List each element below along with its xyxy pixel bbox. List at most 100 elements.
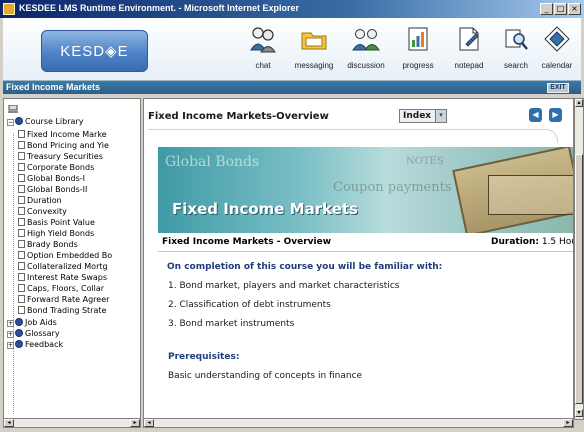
index-label: Index — [403, 111, 432, 121]
browser-app-icon — [3, 3, 15, 15]
expand-icon[interactable]: + — [7, 342, 14, 349]
document-icon — [18, 229, 25, 237]
tree-root-course-library[interactable]: − Course Library — [7, 116, 83, 127]
tree-item-label: Forward Rate Agreer — [27, 295, 110, 304]
tree-item[interactable]: Bond Pricing and Yie — [18, 140, 109, 151]
tree-item[interactable]: Option Embedded Bo — [18, 250, 112, 261]
tree-item[interactable]: Bond Trading Strate — [18, 305, 106, 316]
tree-item-label: Bond Pricing and Yie — [27, 141, 109, 150]
tree-item[interactable]: Forward Rate Agreer — [18, 294, 109, 305]
tree-item-label: Option Embedded Bo — [27, 251, 113, 260]
tree-horizontal-scrollbar[interactable]: ◂ ▸ — [3, 418, 141, 428]
minimize-button[interactable]: _ — [540, 3, 553, 15]
document-icon — [18, 306, 25, 314]
duration-label: Duration: — [491, 237, 539, 247]
messaging-button[interactable]: messaging — [287, 24, 341, 76]
tree-group-feedback[interactable]: + Feedback — [7, 339, 63, 350]
tree-item-label: Convexity — [27, 207, 67, 216]
document-icon — [18, 273, 25, 281]
document-icon — [18, 141, 25, 149]
tree-item[interactable]: Duration — [18, 195, 62, 206]
scroll-left-icon[interactable]: ◂ — [144, 419, 154, 427]
objective-item: 3. Bond market instruments — [168, 319, 295, 329]
chat-button[interactable]: chat — [236, 24, 290, 76]
chevron-down-icon[interactable]: ▾ — [435, 110, 446, 122]
content-vertical-scrollbar[interactable]: ▴ ▾ — [574, 98, 584, 420]
tree-group-label: Glossary — [25, 329, 60, 338]
window-title: KESDEE LMS Runtime Environment. - Micros… — [19, 3, 300, 13]
tree-item[interactable]: Caps, Floors, Collar — [18, 283, 104, 294]
globe-icon — [15, 318, 23, 326]
tree-group-job-aids[interactable]: + Job Aids — [7, 317, 57, 328]
document-icon — [18, 295, 25, 303]
discussion-icon — [352, 29, 380, 51]
tree-item[interactable]: Corporate Bonds — [18, 162, 94, 173]
notepad-button[interactable]: notepad — [442, 24, 496, 76]
document-icon — [18, 251, 25, 259]
chat-label: chat — [255, 61, 271, 70]
tree-item[interactable]: Treasury Securities — [18, 151, 103, 162]
tree-group-label: Feedback — [25, 340, 64, 349]
tree-item[interactable]: Fixed Income Marke — [18, 129, 107, 140]
close-button[interactable]: × — [568, 3, 581, 15]
objectives-heading: On completion of this course you will be… — [167, 262, 443, 272]
scroll-left-icon[interactable]: ◂ — [4, 419, 14, 427]
expand-icon[interactable]: + — [7, 320, 14, 327]
course-title: Fixed Income Markets — [6, 82, 101, 92]
document-icon — [18, 284, 25, 292]
discussion-label: discussion — [347, 61, 385, 70]
prerequisites-text: Basic understanding of concepts in finan… — [168, 371, 363, 381]
objective-item: 1. Bond market, players and market chara… — [168, 281, 400, 291]
duration-value: 1.5 Hours — [541, 237, 573, 247]
globe-icon — [15, 329, 23, 337]
overview-title: Fixed Income Markets - Overview — [162, 237, 332, 247]
chat-icon — [250, 27, 276, 53]
scroll-down-icon[interactable]: ▾ — [575, 409, 583, 417]
collapse-icon[interactable]: − — [7, 119, 14, 126]
content-horizontal-scrollbar[interactable]: ◂ ▸ — [143, 418, 574, 428]
tree-item[interactable]: Global Bonds-I — [18, 173, 85, 184]
tree-item[interactable]: Collateralized Mortg — [18, 261, 108, 272]
scroll-right-icon[interactable]: ▸ — [130, 419, 140, 427]
exit-button[interactable]: EXIT — [547, 83, 569, 93]
course-navbar: Fixed Income Markets EXIT — [3, 81, 581, 94]
expand-icon[interactable]: + — [7, 331, 14, 338]
discussion-button[interactable]: discussion — [339, 24, 393, 76]
previous-page-button[interactable]: ◀ — [529, 108, 542, 122]
scrollbar-thumb[interactable] — [575, 154, 583, 404]
index-dropdown[interactable]: Index ▾ — [399, 109, 447, 123]
tree-item-label: Fixed Income Marke — [27, 130, 107, 139]
scroll-up-icon[interactable]: ▴ — [575, 99, 583, 107]
course-banner: Global Bonds Coupon payments NOTES Fixed… — [158, 147, 573, 233]
logo-text: KESD◈E — [60, 43, 129, 60]
tree-item-label: Corporate Bonds — [27, 163, 95, 172]
progress-button[interactable]: progress — [391, 24, 445, 76]
tree-item-label: Caps, Floors, Collar — [27, 284, 105, 293]
calendar-button[interactable]: calendar — [530, 24, 584, 76]
document-icon — [18, 163, 25, 171]
tree-item[interactable]: Interest Rate Swaps — [18, 272, 107, 283]
kesdee-logo: KESD◈E — [41, 30, 148, 72]
prerequisites-heading: Prerequisites: — [168, 352, 240, 362]
overview-subheader: Fixed Income Markets - Overview Duration… — [158, 234, 573, 252]
scroll-right-icon[interactable]: ▸ — [563, 419, 573, 427]
objective-item: 2. Classification of debt instruments — [168, 300, 331, 310]
next-page-button[interactable]: ▶ — [549, 108, 562, 122]
maximize-button[interactable]: □ — [554, 3, 567, 15]
tree-item-label: Basis Point Value — [27, 218, 95, 227]
tree-item[interactable]: Global Bonds-II — [18, 184, 87, 195]
tree-item[interactable]: Basis Point Value — [18, 217, 95, 228]
document-icon — [18, 207, 25, 215]
tree-item[interactable]: Convexity — [18, 206, 67, 217]
document-icon — [18, 262, 25, 270]
tree-item[interactable]: Brady Bonds — [18, 239, 78, 250]
messaging-label: messaging — [294, 61, 334, 70]
search-icon — [505, 29, 528, 50]
title-bar: KESDEE LMS Runtime Environment. - Micros… — [0, 0, 584, 18]
duration: Duration: 1.5 Hours — [491, 237, 573, 247]
tree-item[interactable]: High Yield Bonds — [18, 228, 94, 239]
document-icon — [18, 240, 25, 248]
tree-item-label: Bond Trading Strate — [27, 306, 107, 315]
tree-item-label: High Yield Bonds — [27, 229, 95, 238]
tree-group-glossary[interactable]: + Glossary — [7, 328, 60, 339]
